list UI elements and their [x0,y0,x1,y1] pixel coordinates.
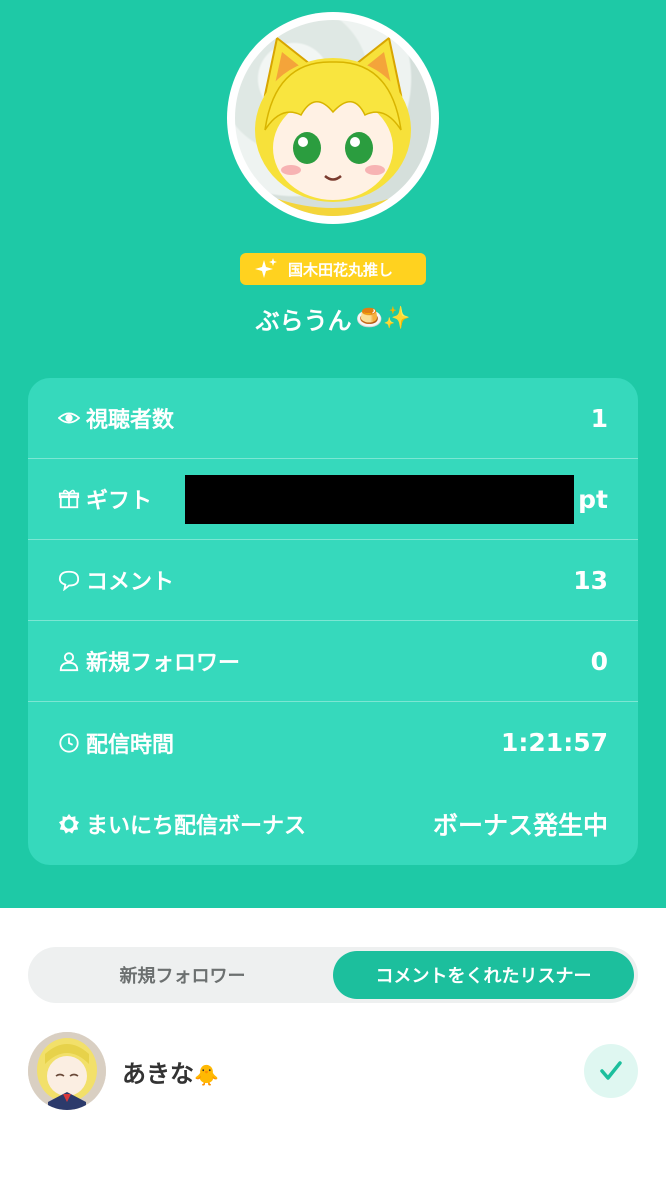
stat-label-stream-time: 配信時間 [86,732,175,758]
streamer-avatar-image [235,20,431,216]
stat-value-daily-bonus: ボーナス発生中 [432,810,608,840]
person-icon [59,652,79,672]
listener-check-button[interactable] [584,1044,638,1098]
fan-badge: 国木田花丸推し [240,253,426,285]
stream-summary-header: 国木田花丸推し ぶらうん 🍮✨ 視聴者数 1 ギフト pt コメント 13 新規… [0,0,666,908]
stat-row-viewers: 視聴者数 1 [28,378,638,459]
stat-unit-gift: pt [578,484,608,514]
list-item[interactable]: あきな🐥 [28,1030,638,1112]
stat-value-viewers: 1 [590,403,608,433]
stat-row-gift: ギフト pt [28,459,638,540]
stat-value-comments: 13 [573,565,608,595]
streamer-name-emojis: 🍮✨ [355,305,411,331]
stat-row-stream-time: 配信時間 1:21:57 [28,702,638,783]
stat-row-comments: コメント 13 [28,540,638,621]
stat-value-new-followers: 0 [590,646,608,676]
clock-icon [59,732,79,753]
tab-commenting-listeners[interactable]: コメントをくれたリスナー [333,951,634,999]
stats-card: 視聴者数 1 ギフト pt コメント 13 新規フォロワー 0 配信時間 1:2… [28,378,638,865]
listener-tabs: 新規フォロワー コメントをくれたリスナー [28,947,638,1003]
eye-icon [58,412,80,424]
stat-row-new-followers: 新規フォロワー 0 [28,621,638,702]
speech-bubble-icon [58,570,80,591]
listener-name-text: あきな [122,1059,194,1088]
checkmark-icon [600,1061,622,1080]
sun-badge-icon [58,813,80,834]
streamer-avatar [227,12,439,224]
stat-label-new-followers: 新規フォロワー [86,651,241,676]
gift-icon [58,489,80,509]
stat-label-viewers: 視聴者数 [86,408,175,433]
stat-label-gift: ギフト [86,489,153,514]
avatar [28,1032,106,1110]
listener-name: あきな🐥 [122,1054,219,1089]
stat-value-stream-time: 1:21:57 [501,728,608,757]
tab-new-followers[interactable]: 新規フォロワー [32,951,333,999]
streamer-name: ぶらうん 🍮✨ [0,298,666,338]
gift-value-redaction [185,475,574,524]
listener-name-emoji: 🐥 [194,1062,219,1087]
sparkle-icon [255,258,277,278]
fan-badge-label: 国木田花丸推し [288,260,394,279]
stat-label-daily-bonus: まいにち配信ボーナス [86,813,307,839]
stat-row-daily-bonus: まいにち配信ボーナス ボーナス発生中 [28,783,638,864]
stat-label-comments: コメント [86,570,175,595]
streamer-name-text: ぶらうん [255,306,352,335]
